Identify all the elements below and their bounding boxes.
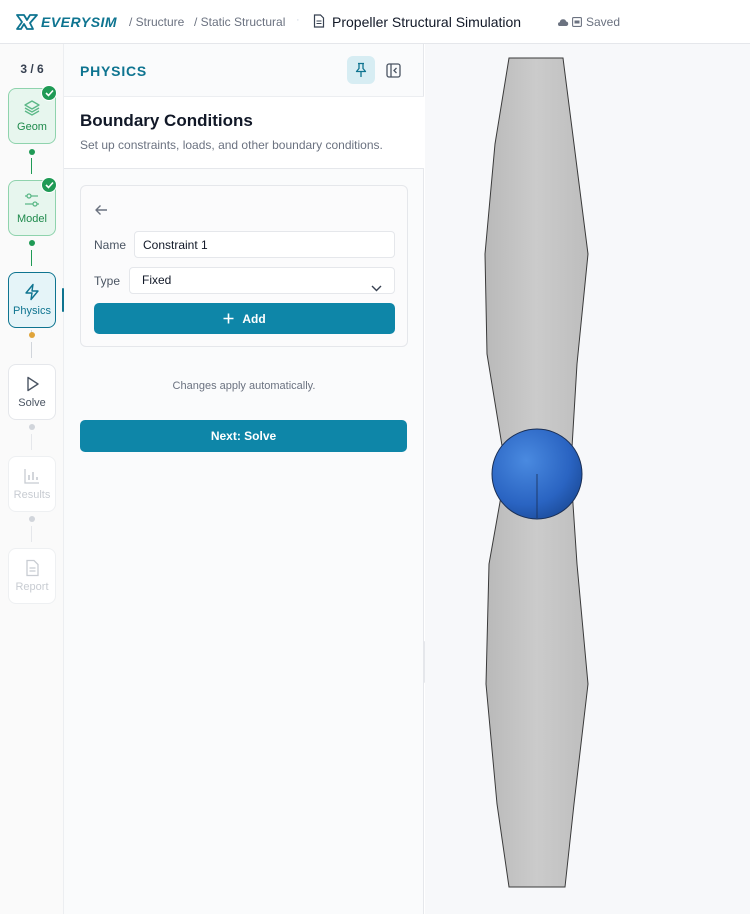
add-button-label: Add — [242, 311, 266, 326]
add-button[interactable]: Add — [94, 303, 395, 334]
step-connector-line — [31, 158, 32, 174]
cloud-icon — [557, 18, 569, 26]
save-disk-icon — [572, 17, 582, 27]
logo-text: EVERYSIM — [41, 14, 118, 30]
step-solve-label: Solve — [18, 397, 46, 409]
layers-icon — [24, 100, 40, 116]
bar-chart-icon — [24, 469, 39, 484]
project-title[interactable]: Propeller Structural Simulation — [332, 14, 521, 30]
upper-blade — [484, 57, 589, 465]
report-document-icon — [26, 559, 39, 577]
step-results: Results — [8, 456, 56, 512]
step-connector-line — [31, 434, 32, 450]
workflow-step-rail: 3 / 6 Geom Model Physics Solve Results R… — [0, 44, 64, 914]
top-bar: EVERYSIM / Structure / Static Structural… — [0, 0, 750, 44]
type-select-value: Fixed — [142, 273, 172, 287]
step-connector-dot — [29, 332, 35, 338]
step-solve[interactable]: Solve — [8, 364, 56, 420]
save-status: Saved — [557, 15, 620, 29]
back-arrow-icon[interactable] — [94, 203, 108, 221]
step-connector-dot — [29, 424, 35, 430]
step-report-label: Report — [15, 581, 49, 593]
pin-icon — [355, 62, 367, 77]
propeller-model — [484, 57, 589, 888]
step-physics-label: Physics — [13, 305, 51, 317]
step-model[interactable]: Model — [8, 177, 57, 236]
3d-viewport[interactable] — [425, 44, 750, 914]
section-title: Boundary Conditions — [80, 111, 253, 130]
section-header: Boundary Conditions Set up constraints, … — [64, 97, 424, 169]
boundary-condition-form: Name Type Fixed Add — [80, 185, 408, 347]
step-connector-line — [31, 526, 32, 542]
breadcrumb-static-structural[interactable]: / Static Structural — [194, 15, 285, 29]
type-field-label: Type — [94, 274, 121, 288]
auto-apply-note: Changes apply automatically. — [172, 380, 316, 392]
collapse-panel-button[interactable] — [379, 56, 407, 84]
step-report: Report — [8, 548, 56, 604]
name-input[interactable] — [134, 231, 395, 258]
step-connector-dot — [29, 516, 35, 522]
breadcrumb-structure[interactable]: / Structure — [129, 15, 184, 29]
step-results-label: Results — [13, 489, 51, 501]
pin-panel-button[interactable] — [347, 56, 375, 84]
step-connector-dot — [29, 240, 35, 246]
step-counter: 3 / 6 — [20, 62, 44, 76]
physics-panel: PHYSICS Boundary Conditions Set up const… — [64, 44, 424, 914]
type-select[interactable]: Fixed — [129, 267, 395, 294]
lower-blade — [485, 473, 589, 888]
name-field-label: Name — [94, 238, 127, 252]
lightning-icon — [25, 283, 39, 301]
panel-header: PHYSICS — [64, 44, 424, 97]
step-connector-dot — [29, 149, 35, 155]
step-physics[interactable]: Physics — [8, 272, 56, 328]
step-geom[interactable]: Geom — [8, 85, 57, 144]
next-solve-label: Next: Solve — [210, 429, 277, 443]
document-icon — [313, 14, 325, 33]
save-status-label: Saved — [586, 15, 621, 29]
step-connector-line — [31, 250, 32, 266]
collapse-sidebar-icon — [385, 62, 401, 78]
play-icon — [27, 376, 39, 392]
step-model-label: Model — [17, 213, 47, 225]
breadcrumb-separator: · — [296, 14, 300, 26]
next-solve-button[interactable]: Next: Solve — [80, 420, 407, 452]
chevron-down-icon — [371, 276, 382, 301]
panel-title: PHYSICS — [80, 63, 148, 79]
plus-icon — [223, 313, 234, 324]
logo-mark-icon — [16, 14, 38, 30]
check-icon — [41, 85, 57, 101]
everysim-logo[interactable]: EVERYSIM — [16, 12, 117, 32]
check-icon — [41, 177, 57, 193]
step-connector-line — [31, 342, 32, 358]
step-geom-label: Geom — [17, 121, 47, 133]
sliders-icon — [25, 193, 39, 207]
section-subtitle: Set up constraints, loads, and other bou… — [80, 138, 383, 152]
